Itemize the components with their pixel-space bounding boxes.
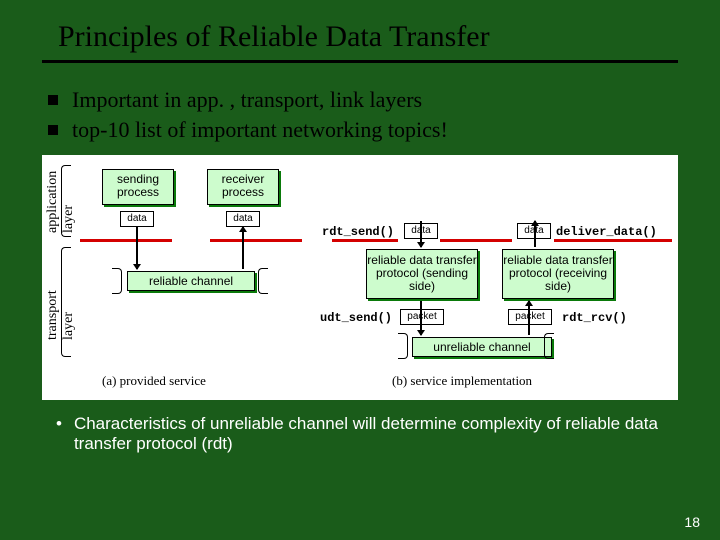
bullet-square-icon xyxy=(48,95,58,105)
box-packet-send: packet xyxy=(400,309,444,325)
box-proto-recv: reliable data transfer protocol (receivi… xyxy=(502,249,614,299)
layer-boundary-a-right xyxy=(210,239,302,242)
box-receiver-process: receiver process xyxy=(207,169,279,205)
bullet-square-icon xyxy=(48,125,58,135)
arrow-down-udt-send xyxy=(420,301,422,335)
fn-udt-send: udt_send() xyxy=(320,311,392,325)
slide-title: Principles of Reliable Data Transfer xyxy=(0,0,720,60)
arrow-up-deliver xyxy=(534,221,536,247)
arrow-down-rdt-send xyxy=(420,221,422,247)
brace-transport xyxy=(61,247,71,357)
brace-chan-left-a xyxy=(112,268,122,294)
page-number: 18 xyxy=(684,514,700,530)
layer-boundary-a-left xyxy=(80,239,172,242)
brace-application xyxy=(61,165,71,237)
layer-boundary-b-3 xyxy=(554,239,672,242)
fn-deliver-data: deliver_data() xyxy=(556,225,657,239)
box-proto-send: reliable data transfer protocol (sending… xyxy=(366,249,478,299)
caption-a: (a) provided service xyxy=(102,373,206,389)
fn-rdt-send: rdt_send() xyxy=(322,225,394,239)
bullet-item: Important in app. , transport, link laye… xyxy=(48,85,720,115)
box-sending-process: sending process xyxy=(102,169,174,205)
bullet-text: Important in app. , transport, link laye… xyxy=(72,87,422,113)
arrow-up-recv-a xyxy=(242,227,244,269)
layer-boundary-b-2 xyxy=(440,239,512,242)
brace-chan-right-b xyxy=(544,333,554,359)
layer-boundary-b-1 xyxy=(332,239,398,242)
arrow-up-rdt-rcv xyxy=(528,301,530,335)
bullet-item: top-10 list of important networking topi… xyxy=(48,115,720,145)
brace-chan-left-b xyxy=(398,333,408,359)
box-data-recv-a: data xyxy=(226,211,260,227)
caption-b: (b) service implementation xyxy=(392,373,532,389)
box-reliable-channel: reliable channel xyxy=(127,271,255,291)
top-bullets: Important in app. , transport, link laye… xyxy=(0,63,720,145)
box-unreliable-channel: unreliable channel xyxy=(412,337,552,357)
bullet-text: top-10 list of important networking topi… xyxy=(72,117,448,143)
lower-bullet-text: Characteristics of unreliable channel wi… xyxy=(74,414,660,454)
bullet-dot-icon: • xyxy=(56,414,74,454)
arrow-down-send-a xyxy=(136,227,138,269)
diagram-figure: applicationlayer transportlayer sending … xyxy=(42,155,678,400)
box-packet-recv: packet xyxy=(508,309,552,325)
lower-bullet: • Characteristics of unreliable channel … xyxy=(0,400,720,454)
brace-chan-right-a xyxy=(258,268,268,294)
box-data-send-a: data xyxy=(120,211,154,227)
fn-rdt-rcv: rdt_rcv() xyxy=(562,311,627,325)
